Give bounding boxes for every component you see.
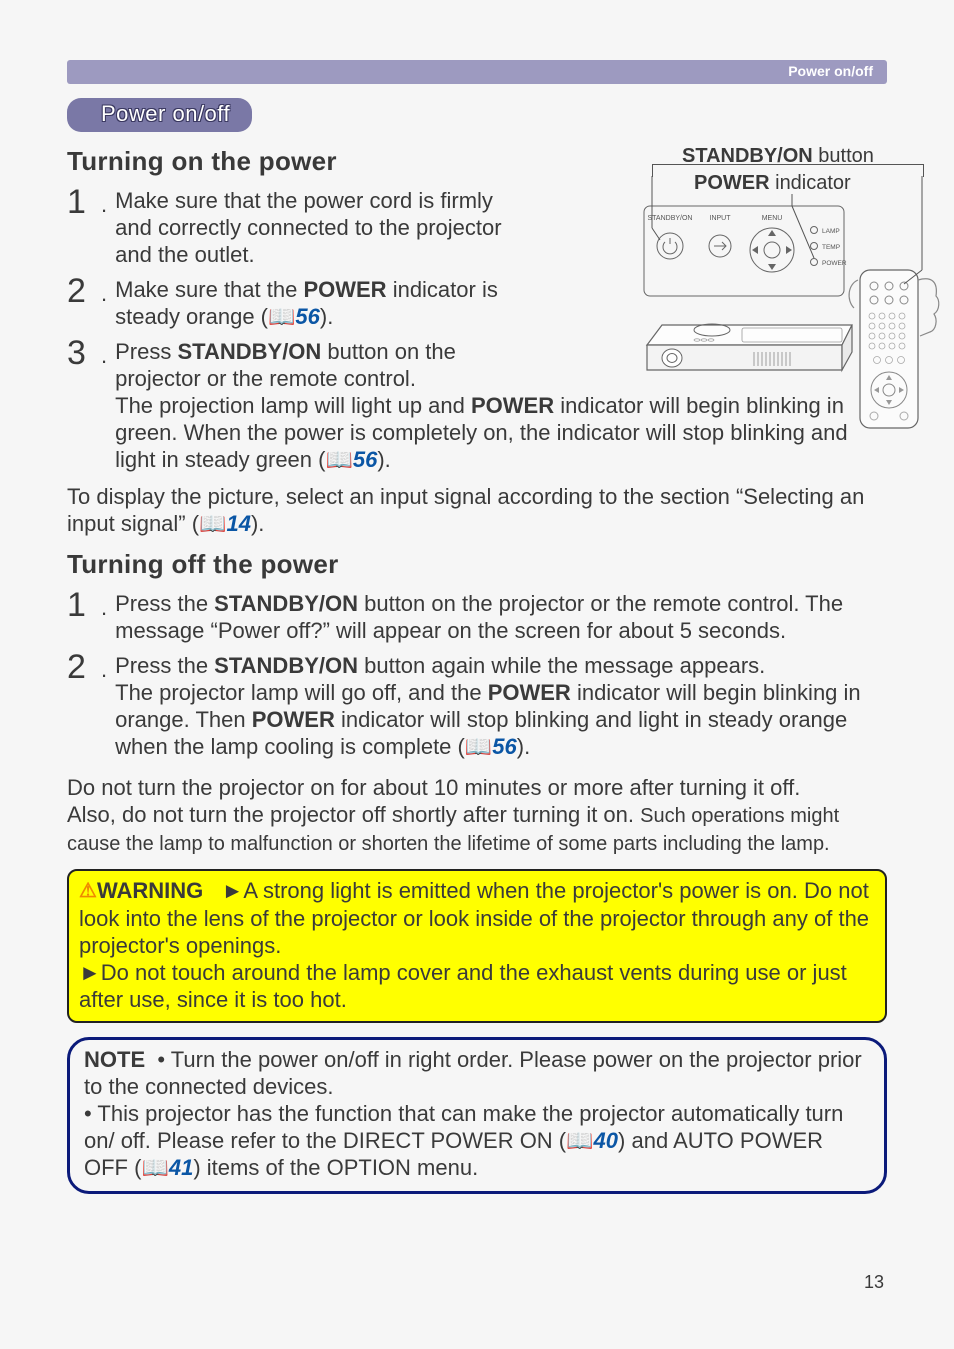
book-icon: 📖: [199, 511, 226, 536]
book-icon: 📖: [268, 304, 295, 329]
on-after-paragraph: To display the picture, select an input …: [67, 483, 887, 537]
off-step-1: 1 . Press the STANDBY/ON button on the p…: [67, 590, 887, 644]
step-body: Make sure that the POWER indicator is st…: [115, 276, 535, 330]
step-body: Press the STANDBY/ON button again while …: [115, 652, 887, 760]
svg-text:STANDBY/ON: STANDBY/ON: [648, 215, 693, 222]
page-ref: 56: [492, 734, 516, 759]
svg-text:MENU: MENU: [762, 215, 783, 222]
off-after-paragraph: Do not turn the projector on for about 1…: [67, 774, 887, 857]
step-body: Make sure that the power cord is firmly …: [115, 187, 535, 268]
svg-text:LAMP: LAMP: [822, 228, 840, 235]
page-number: 13: [864, 1272, 884, 1293]
note-box: NOTE • Turn the power on/off in right or…: [67, 1037, 887, 1194]
projector-figure: STANDBY/ON button POWER indicator STANDB…: [642, 150, 952, 450]
svg-text:INPUT: INPUT: [710, 215, 732, 222]
svg-text:POWER: POWER: [822, 260, 847, 267]
warning-box: ⚠WARNING ►A strong light is emitted when…: [67, 869, 887, 1023]
book-icon: 📖: [465, 734, 492, 759]
warning-lead: WARNING: [97, 878, 203, 903]
book-icon: 📖: [141, 1155, 168, 1180]
step-number: 2: [67, 652, 101, 682]
off-step-2: 2 . Press the STANDBY/ON button again wh…: [67, 652, 887, 760]
svg-text:TEMP: TEMP: [822, 244, 840, 251]
page-ref: 14: [226, 511, 250, 536]
section-header-bar: Power on/off: [67, 60, 887, 84]
page-ref: 56: [353, 447, 377, 472]
note-lead: NOTE: [84, 1047, 145, 1072]
warning-icon: ⚠: [79, 880, 97, 902]
page-ref: 41: [169, 1155, 193, 1180]
step-number: 3: [67, 338, 101, 368]
heading-turning-off: Turning off the power: [67, 549, 887, 580]
callout-power-label: POWER indicator: [694, 172, 851, 195]
book-icon: 📖: [566, 1128, 593, 1153]
section-pill-label: Power on/off: [101, 101, 230, 126]
projector-svg: STANDBY/ON INPUT MENU LAMP TEMP POWER: [642, 150, 952, 470]
callout-standby-label: STANDBY/ON button: [682, 145, 874, 168]
page-ref: 40: [594, 1128, 618, 1153]
step-body: Press the STANDBY/ON button on the proje…: [115, 590, 887, 644]
section-pill: Power on/off: [67, 98, 252, 132]
page-ref: 56: [295, 304, 319, 329]
step-number: 1: [67, 187, 101, 217]
book-icon: 📖: [325, 447, 352, 472]
step-number: 1: [67, 590, 101, 620]
step-number: 2: [67, 276, 101, 306]
section-header-label: Power on/off: [788, 63, 873, 79]
